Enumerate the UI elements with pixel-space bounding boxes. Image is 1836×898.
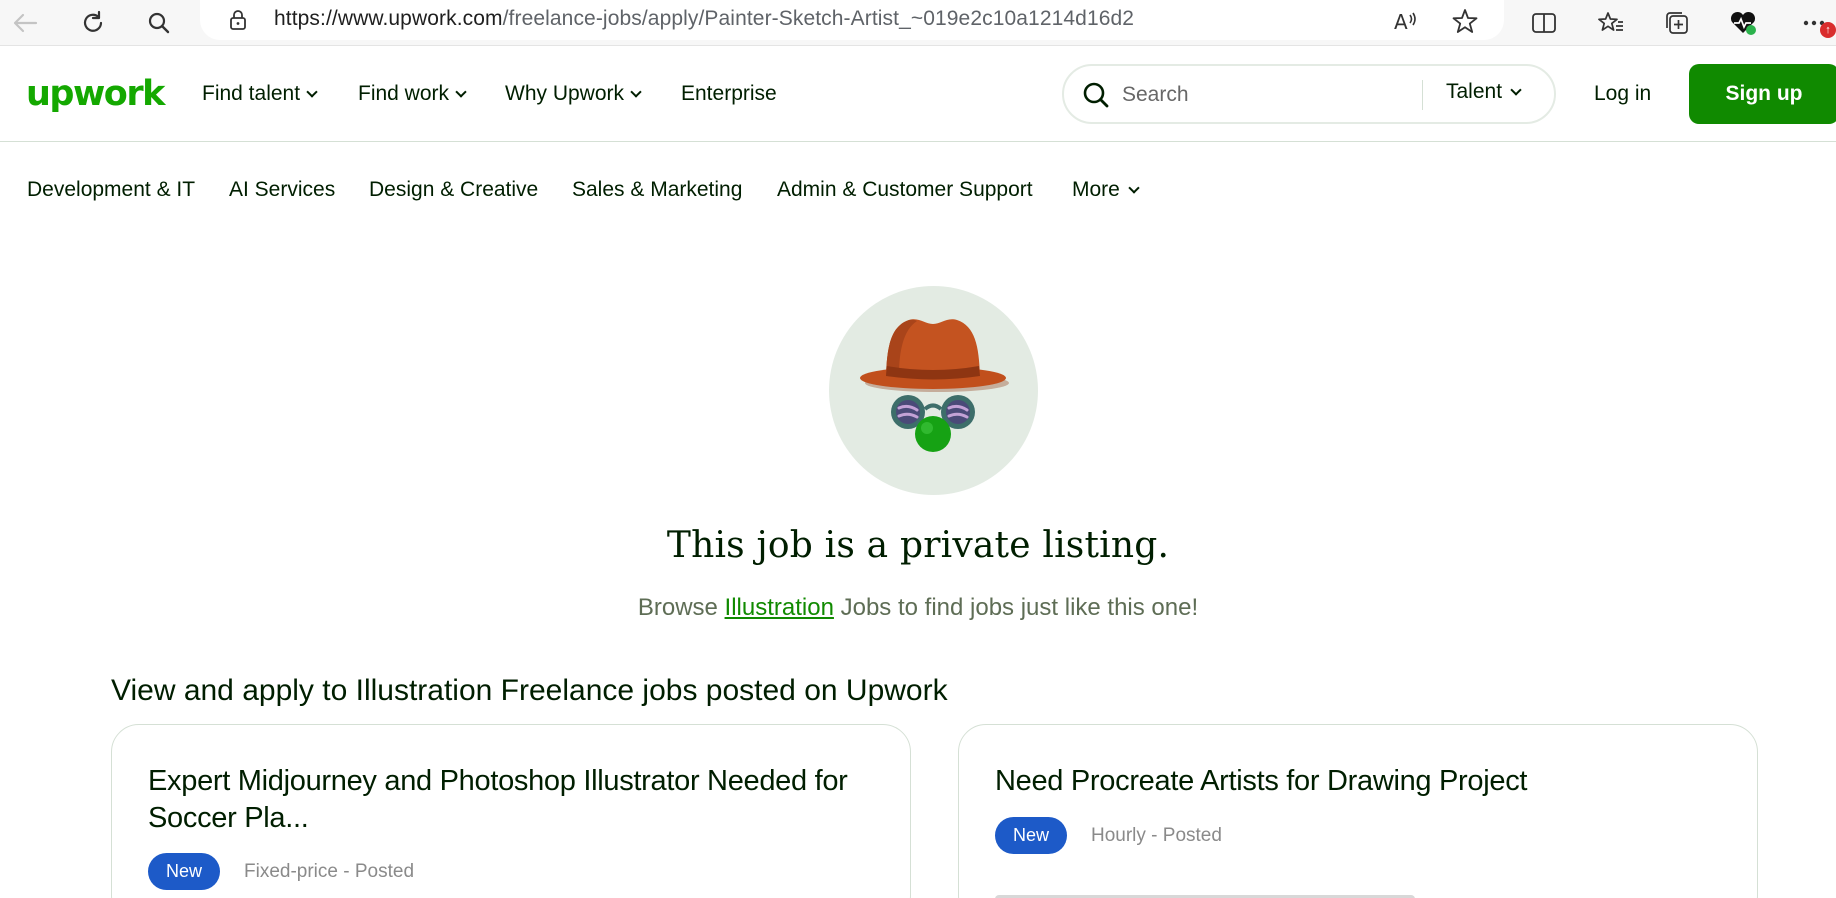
job-title[interactable]: Need Procreate Artists for Drawing Proje… bbox=[995, 763, 1715, 800]
update-badge-icon: ↑ bbox=[1820, 22, 1836, 38]
job-title[interactable]: Expert Midjourney and Photoshop Illustra… bbox=[148, 763, 868, 837]
nav-find-work[interactable]: Find work bbox=[358, 82, 467, 106]
job-meta: New Fixed-price - Posted bbox=[148, 853, 414, 890]
job-type-posted: Fixed-price - Posted bbox=[244, 860, 415, 882]
hero-subtitle: Browse Illustration Jobs to find jobs ju… bbox=[0, 594, 1836, 622]
signup-button[interactable]: Sign up bbox=[1689, 64, 1836, 124]
section-title: View and apply to Illustration Freelance… bbox=[111, 674, 948, 707]
category-design-creative[interactable]: Design & Creative bbox=[369, 178, 538, 202]
page-title: This job is a private listing. bbox=[666, 525, 1170, 566]
nav-label: Enterprise bbox=[681, 82, 777, 105]
category-ai-services[interactable]: AI Services bbox=[229, 178, 335, 202]
chevron-down-icon bbox=[630, 85, 642, 98]
url-path: /freelance-jobs/apply/Painter-Sketch-Art… bbox=[502, 7, 1135, 30]
search-bar: Talent bbox=[1062, 64, 1556, 124]
nav-label: Why Upwork bbox=[505, 82, 625, 105]
search-input[interactable] bbox=[1122, 80, 1382, 110]
url-host: https://www.upwork.com bbox=[274, 7, 503, 30]
nav-label: Find work bbox=[358, 82, 450, 105]
nav-find-talent[interactable]: Find talent bbox=[202, 82, 318, 106]
job-card[interactable]: Need Procreate Artists for Drawing Proje… bbox=[958, 724, 1758, 898]
browse-prefix: Browse bbox=[637, 594, 718, 621]
category-more-label: More bbox=[1072, 178, 1120, 201]
chevron-down-icon bbox=[306, 85, 318, 98]
split-screen-icon[interactable] bbox=[1527, 6, 1561, 40]
login-link[interactable]: Log in bbox=[1594, 82, 1651, 106]
more-icon[interactable]: ↑ bbox=[1792, 6, 1836, 40]
category-more[interactable]: More bbox=[1072, 178, 1140, 202]
new-badge: New bbox=[148, 853, 220, 890]
browser-toolbar: https://www.upwork.com/freelance-jobs/ap… bbox=[0, 0, 1836, 46]
incognito-icon bbox=[860, 319, 1009, 452]
favorite-star-icon[interactable] bbox=[1449, 5, 1481, 37]
job-card[interactable]: Expert Midjourney and Photoshop Illustra… bbox=[111, 724, 911, 898]
favorites-icon[interactable] bbox=[1594, 6, 1628, 40]
back-icon[interactable] bbox=[8, 6, 42, 40]
nav-enterprise[interactable]: Enterprise bbox=[681, 82, 777, 106]
browse-suffix: Jobs to find jobs just like this one! bbox=[840, 594, 1199, 621]
job-meta: New Hourly - Posted bbox=[995, 817, 1222, 854]
upwork-logo[interactable]: upwork bbox=[26, 74, 165, 114]
private-listing-illustration bbox=[829, 286, 1038, 495]
job-type-posted: Hourly - Posted bbox=[1091, 824, 1222, 846]
site-header: upwork Find talent Find work Why Upwork … bbox=[0, 46, 1836, 142]
search-category-label: Talent bbox=[1446, 80, 1503, 103]
read-aloud-icon[interactable]: A bbox=[1390, 5, 1422, 37]
svg-text:A: A bbox=[1394, 10, 1408, 32]
nav-why-upwork[interactable]: Why Upwork bbox=[505, 82, 642, 106]
category-development-it[interactable]: Development & IT bbox=[27, 178, 195, 202]
search-divider bbox=[1422, 80, 1423, 110]
chevron-down-icon bbox=[1510, 83, 1522, 96]
lock-icon[interactable] bbox=[226, 8, 250, 32]
address-bar[interactable]: https://www.upwork.com/freelance-jobs/ap… bbox=[200, 0, 1504, 40]
illustration-link[interactable]: Illustration bbox=[725, 594, 834, 621]
category-sales-marketing[interactable]: Sales & Marketing bbox=[572, 178, 742, 202]
search-icon[interactable] bbox=[1082, 81, 1110, 109]
chevron-down-icon bbox=[455, 85, 467, 98]
search-category-select[interactable]: Talent bbox=[1446, 80, 1522, 104]
search-icon[interactable] bbox=[142, 6, 176, 40]
chevron-down-icon bbox=[1128, 181, 1140, 194]
collections-icon[interactable] bbox=[1660, 6, 1694, 40]
nav-label: Find talent bbox=[202, 82, 301, 105]
category-admin-support[interactable]: Admin & Customer Support bbox=[777, 178, 1033, 202]
url-text[interactable]: https://www.upwork.com/freelance-jobs/ap… bbox=[274, 5, 1134, 33]
browser-essentials-icon[interactable] bbox=[1726, 6, 1760, 40]
new-badge: New bbox=[995, 817, 1067, 854]
refresh-icon[interactable] bbox=[76, 6, 110, 40]
